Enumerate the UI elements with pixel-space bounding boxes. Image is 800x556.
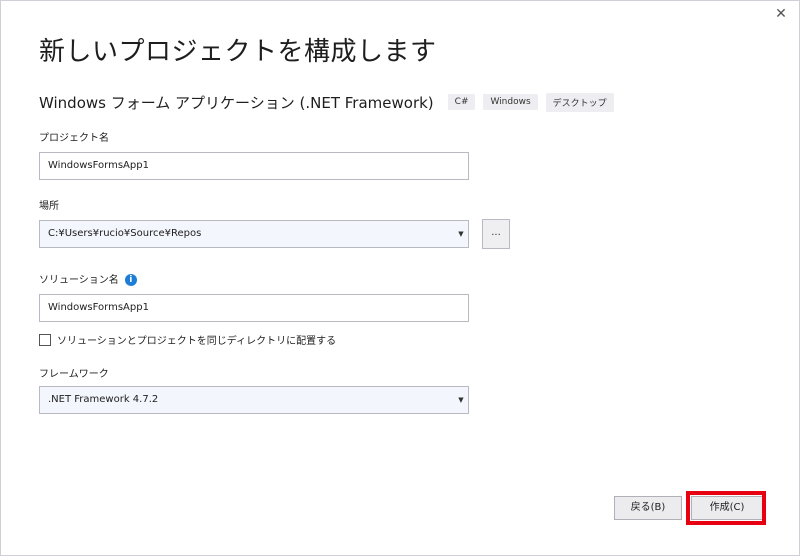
dropdown-arrow-icon[interactable]: ▼ xyxy=(457,221,465,247)
dialog-window: ✕ 新しいプロジェクトを構成します Windows フォーム アプリケーション … xyxy=(0,0,800,556)
framework-value: .NET Framework 4.7.2 xyxy=(48,394,159,405)
same-directory-checkbox[interactable] xyxy=(39,333,51,346)
project-name-input[interactable]: WindowsFormsApp1 xyxy=(39,152,469,180)
info-icon[interactable]: i xyxy=(124,274,137,286)
project-name-label: プロジェクト名 xyxy=(39,133,109,144)
browse-button[interactable]: ... xyxy=(482,219,510,249)
solution-name-label: ソリューション名 xyxy=(39,275,119,286)
location-value: C:¥Users¥rucio¥Source¥Repos xyxy=(48,228,202,239)
location-label: 場所 xyxy=(39,201,59,212)
framework-combo[interactable]: .NET Framework 4.7.2 ▼ xyxy=(39,386,469,414)
tag-project-type: デスクトップ xyxy=(545,92,614,112)
template-name: Windows フォーム アプリケーション (.NET Framework) xyxy=(39,93,434,112)
template-info: Windows フォーム アプリケーション (.NET Framework) C… xyxy=(39,91,614,113)
dropdown-arrow-icon[interactable]: ▼ xyxy=(457,387,465,413)
highlight-frame xyxy=(686,491,766,525)
back-button[interactable]: 戻る(B) xyxy=(614,496,682,520)
framework-label: フレームワーク xyxy=(39,369,109,380)
close-icon[interactable]: ✕ xyxy=(769,3,793,25)
solution-name-input[interactable]: WindowsFormsApp1 xyxy=(39,294,469,322)
solution-name-label-row: ソリューション名 i xyxy=(39,271,137,286)
page-title: 新しいプロジェクトを構成します xyxy=(39,37,437,67)
tag-language: C# xyxy=(447,94,476,110)
tag-platform: Windows xyxy=(483,94,538,110)
same-directory-option[interactable]: ソリューションとプロジェクトを同じディレクトリに配置する xyxy=(39,332,336,347)
location-combo[interactable]: C:¥Users¥rucio¥Source¥Repos ▼ xyxy=(39,220,469,248)
same-directory-label: ソリューションとプロジェクトを同じディレクトリに配置する xyxy=(57,336,337,347)
